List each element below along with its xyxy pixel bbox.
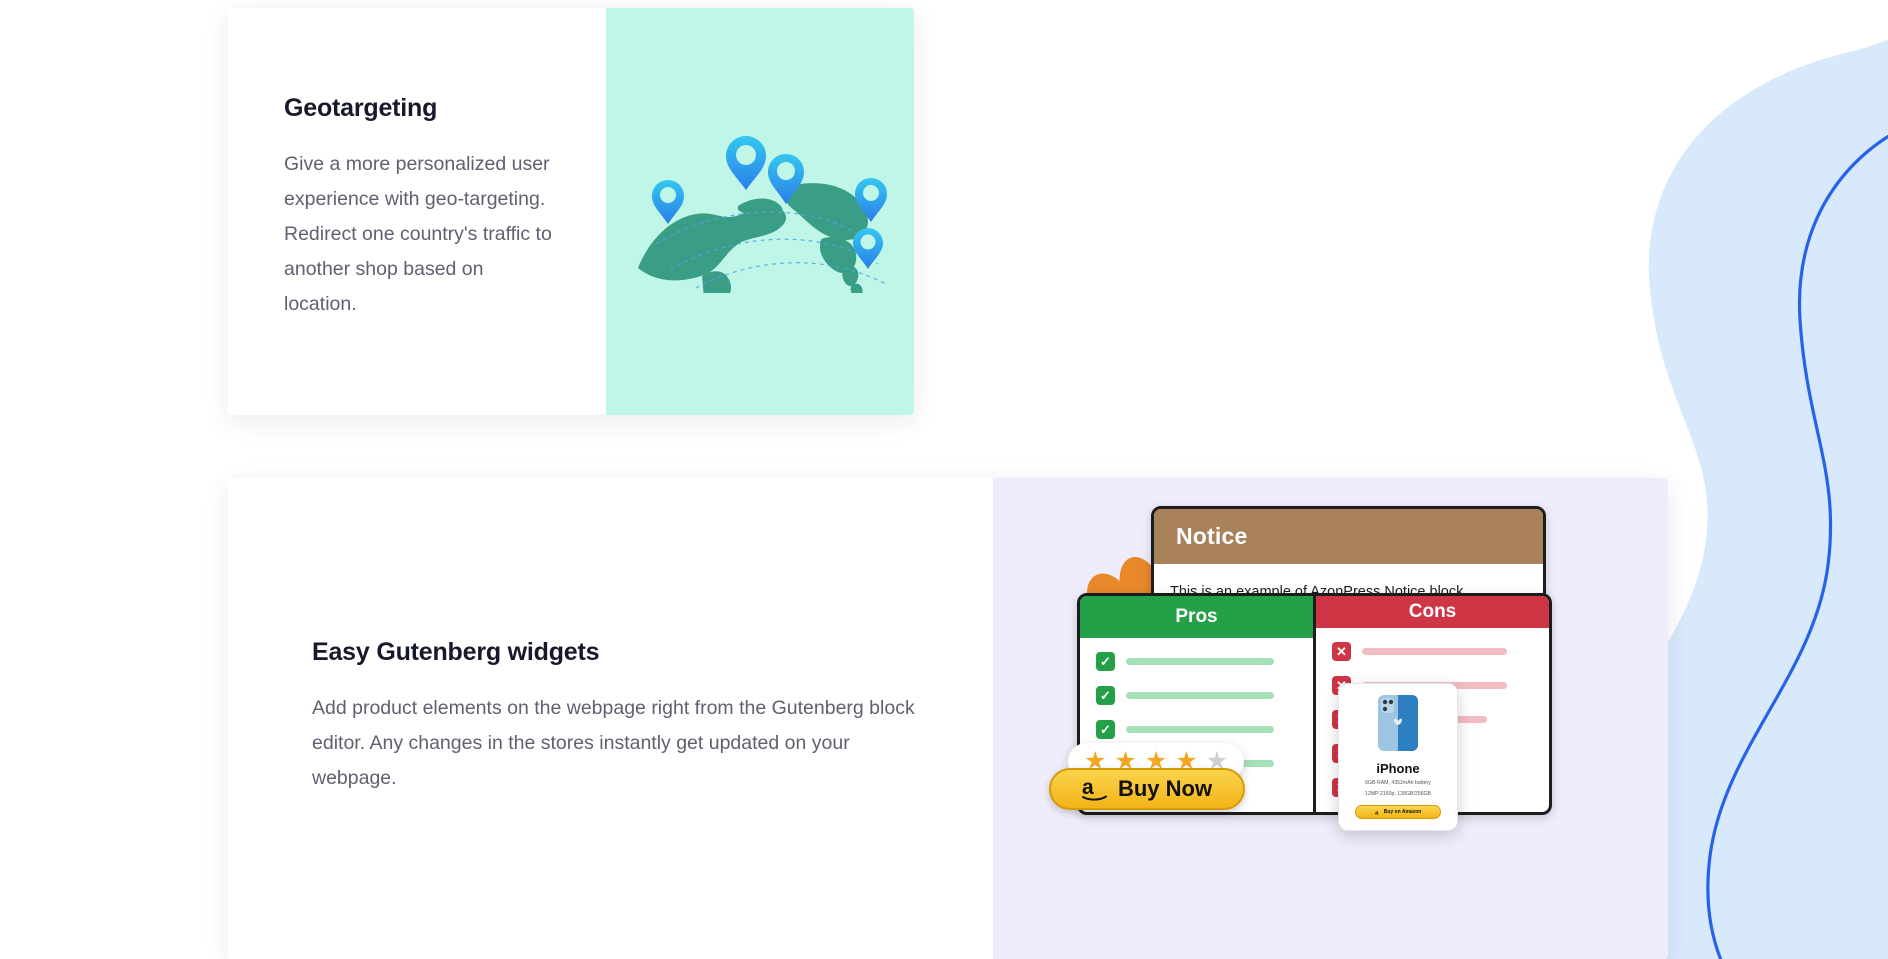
- card-geotargeting-title: Geotargeting: [284, 94, 438, 122]
- page-root: Geotargeting Give a more personalized us…: [0, 0, 1888, 959]
- check-icon: ✓: [1096, 652, 1115, 671]
- product-name: iPhone: [1376, 761, 1420, 776]
- pros-placeholder-bar: [1126, 658, 1274, 665]
- globe-with-location-pins-illustration: [606, 118, 914, 298]
- card-geotargeting: Geotargeting Give a more personalized us…: [228, 8, 914, 415]
- notice-block-title: Notice: [1176, 523, 1248, 549]
- svg-text:a: a: [1375, 810, 1379, 816]
- cons-row: ✕: [1332, 642, 1533, 661]
- buy-on-amazon-label: Buy on Amazon: [1383, 809, 1422, 815]
- check-icon: ✓: [1096, 720, 1115, 739]
- buy-now-label: Buy Now: [1117, 776, 1213, 801]
- card-geotargeting-body: Give a more personalized user experience…: [284, 153, 552, 315]
- globe-illustration-panel: [606, 8, 914, 415]
- buy-on-amazon-button[interactable]: a Buy on Amazon: [1355, 805, 1441, 819]
- product-spec-line-2: 12MP 2160p, 128GB/256GB: [1365, 791, 1431, 797]
- iphone-image: [1378, 695, 1418, 751]
- buy-now-button[interactable]: a Buy Now: [1049, 768, 1245, 810]
- pros-row: ✓: [1096, 652, 1297, 671]
- card-gutenberg-body: Add product elements on the webpage righ…: [312, 697, 915, 789]
- card-gutenberg-title: Easy Gutenberg widgets: [312, 638, 600, 666]
- pros-row: ✓: [1096, 720, 1297, 739]
- card-easy-gutenberg-widgets: Easy Gutenberg widgets Add product eleme…: [228, 478, 1668, 959]
- amazon-logo-icon: a: [1081, 777, 1107, 801]
- pros-placeholder-bar: [1126, 692, 1274, 699]
- product-card-iphone: iPhone 6GB RAM, 4352mAh battery 12MP 216…: [1338, 683, 1458, 831]
- product-spec-line-1: 6GB RAM, 4352mAh battery: [1365, 780, 1431, 786]
- card-geotargeting-text: Geotargeting Give a more personalized us…: [228, 8, 606, 415]
- pros-header: Pros: [1080, 596, 1313, 638]
- notice-block-header: Notice: [1154, 509, 1543, 564]
- card-gutenberg-text: Easy Gutenberg widgets Add product eleme…: [228, 478, 993, 959]
- pros-row: ✓: [1096, 686, 1297, 705]
- decorative-blob-left: [0, 699, 220, 959]
- svg-text:a: a: [1082, 777, 1094, 799]
- cross-icon: ✕: [1332, 642, 1351, 661]
- cons-placeholder-bar: [1362, 648, 1507, 655]
- pros-placeholder-bar: [1126, 726, 1274, 733]
- gutenberg-blocks-illustration: Notice This is an example of AzonPress N…: [993, 478, 1668, 959]
- amazon-logo-icon-small: a: [1375, 810, 1379, 816]
- cons-header: Cons: [1316, 596, 1549, 628]
- check-icon: ✓: [1096, 686, 1115, 705]
